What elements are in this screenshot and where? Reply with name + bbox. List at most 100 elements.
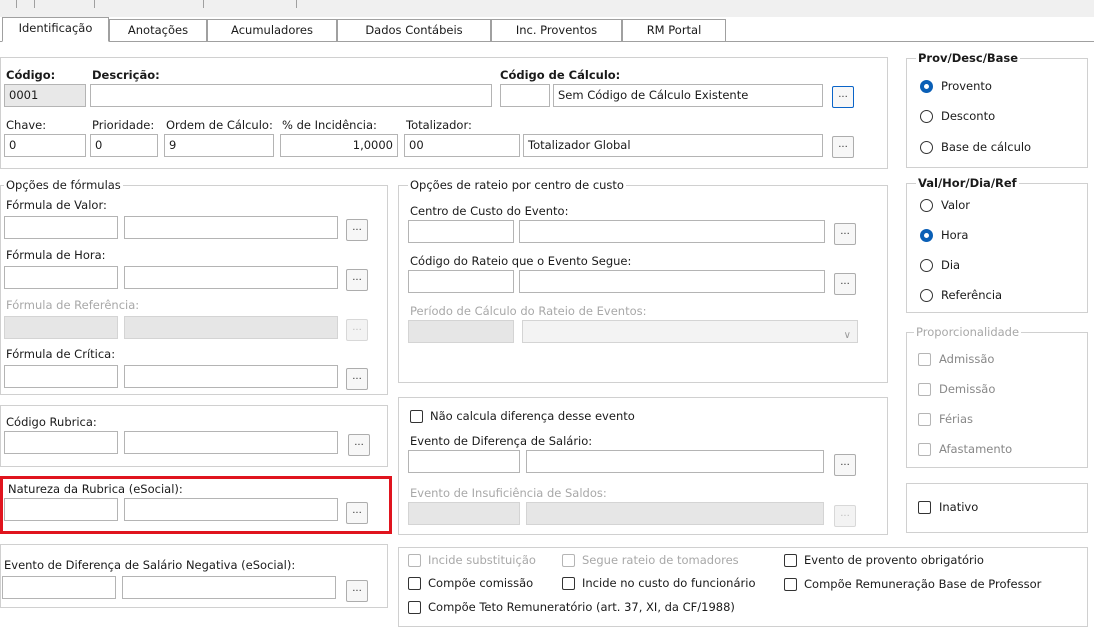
afastamento-label: Afastamento: [939, 442, 1013, 456]
formula-valor-desc-field[interactable]: [124, 216, 338, 239]
tab-identificacao[interactable]: Identificação: [2, 17, 109, 42]
formula-hora-desc-field[interactable]: [124, 266, 338, 289]
ordem-calculo-label: Ordem de Cálculo:: [166, 118, 273, 132]
centro-custo-label: Centro de Custo do Evento:: [410, 204, 569, 218]
compoe-teto-label: Compõe Teto Remuneratório (art. 37, XI, …: [428, 600, 735, 614]
referencia-label: Referência: [941, 288, 1003, 302]
compoe-comissao-checkbox[interactable]: [408, 577, 421, 590]
afastamento-checkbox: [918, 443, 931, 456]
tab-inc-proventos[interactable]: Inc. Proventos: [491, 19, 622, 41]
codigo-rubrica-lookup-button[interactable]: ...: [348, 434, 370, 456]
periodo-rateio-select: ∨: [522, 320, 858, 343]
admissao-label: Admissão: [939, 352, 995, 366]
codigo-rateio-code-field[interactable]: [408, 270, 514, 293]
evento-diferenca-lookup-button[interactable]: ...: [834, 454, 856, 476]
prov-desc-base-title: Prov/Desc/Base: [916, 51, 1021, 65]
descricao-label: Descrição:: [92, 68, 160, 82]
compoe-remuneracao-checkbox[interactable]: [784, 578, 797, 591]
tab-anotacoes[interactable]: Anotações: [109, 19, 207, 41]
tab-rm-portal[interactable]: RM Portal: [622, 19, 726, 41]
evento-obrigatorio-label: Evento de provento obrigatório: [804, 553, 984, 567]
incidencia-field[interactable]: 1,0000: [280, 134, 398, 157]
codigo-rateio-desc-field[interactable]: [519, 270, 825, 293]
centro-custo-lookup-button[interactable]: ...: [834, 223, 856, 245]
tab-acumuladores[interactable]: Acumuladores: [207, 19, 337, 41]
formula-hora-lookup-button[interactable]: ...: [346, 269, 368, 291]
proporcionalidade-title: Proporcionalidade: [914, 325, 1022, 339]
evento-diferenca-label: Evento de Diferença de Salário:: [410, 434, 593, 448]
insuficiencia-desc-field: [526, 502, 824, 525]
codigo-calculo-lookup-button[interactable]: ...: [832, 86, 854, 108]
prioridade-field[interactable]: 0: [90, 134, 158, 157]
totalizador-lookup-button[interactable]: ...: [832, 136, 854, 158]
ordem-calculo-field[interactable]: 9: [164, 134, 274, 157]
demissao-label: Demissão: [939, 382, 996, 396]
totalizador-desc-field[interactable]: Totalizador Global: [523, 134, 823, 157]
ferias-label: Férias: [939, 412, 974, 426]
formula-critica-code-field[interactable]: [4, 365, 118, 388]
ferias-checkbox: [918, 413, 931, 426]
provento-radio[interactable]: [920, 80, 933, 93]
desconto-radio[interactable]: [920, 110, 933, 123]
val-hor-title: Val/Hor/Dia/Ref: [916, 176, 1019, 190]
compoe-teto-checkbox[interactable]: [408, 601, 421, 614]
nao-calcula-diferenca-checkbox[interactable]: [410, 410, 423, 423]
totalizador-code-field[interactable]: 00: [404, 134, 520, 157]
codigo-calculo-desc-field[interactable]: Sem Código de Cálculo Existente: [553, 84, 823, 107]
natureza-rubrica-desc-field[interactable]: [124, 498, 338, 521]
dia-label: Dia: [941, 258, 961, 272]
formula-referencia-code-field: [4, 316, 118, 339]
natureza-rubrica-code-field[interactable]: [4, 498, 118, 521]
codigo-calculo-code-field[interactable]: [500, 84, 550, 107]
natureza-rubrica-lookup-button[interactable]: ...: [346, 502, 368, 524]
codigo-rubrica-code-field[interactable]: [4, 431, 118, 454]
codigo-field[interactable]: 0001: [4, 84, 86, 107]
referencia-radio[interactable]: [920, 289, 933, 302]
inativo-group: [906, 483, 1088, 533]
centro-custo-desc-field[interactable]: [519, 220, 825, 243]
formulas-group-title: Opções de fórmulas: [4, 178, 123, 192]
totalizador-label: Totalizador:: [406, 118, 472, 132]
formula-hora-label: Fórmula de Hora:: [6, 248, 106, 262]
formula-valor-code-field[interactable]: [4, 216, 118, 239]
evento-obrigatorio-checkbox[interactable]: [784, 554, 797, 567]
codigo-rateio-label: Código do Rateio que o Evento Segue:: [410, 254, 632, 268]
formula-hora-code-field[interactable]: [4, 266, 118, 289]
periodo-rateio-field: [408, 320, 514, 343]
chave-label: Chave:: [6, 118, 47, 132]
incidencia-label: % de Incidência:: [282, 118, 377, 132]
evento-diferenca-desc-field[interactable]: [526, 450, 824, 473]
formula-valor-label: Fórmula de Valor:: [6, 198, 107, 212]
descricao-field[interactable]: [90, 84, 492, 107]
hora-label: Hora: [941, 228, 969, 242]
diferenca-negativa-desc-field[interactable]: [122, 576, 336, 599]
codigo-rubrica-label: Código Rubrica:: [6, 415, 97, 429]
formula-critica-lookup-button[interactable]: ...: [346, 368, 368, 390]
diferenca-negativa-label: Evento de Diferença de Salário Negativa …: [4, 558, 296, 572]
formula-valor-lookup-button[interactable]: ...: [346, 219, 368, 241]
codigo-calculo-label: Código de Cálculo:: [500, 68, 621, 82]
inativo-checkbox[interactable]: [918, 501, 931, 514]
diferenca-negativa-code-field[interactable]: [2, 576, 116, 599]
codigo-rubrica-desc-field[interactable]: [124, 431, 338, 454]
prioridade-label: Prioridade:: [92, 118, 155, 132]
compoe-remuneracao-label: Compõe Remuneração Base de Professor: [804, 577, 1042, 591]
tab-bar-line: [0, 41, 1094, 42]
base-calculo-radio[interactable]: [920, 141, 933, 154]
formula-critica-label: Fórmula de Crítica:: [6, 347, 116, 361]
incide-custo-checkbox[interactable]: [562, 577, 575, 590]
base-calculo-label: Base de cálculo: [941, 140, 1032, 154]
strip-divider: [34, 0, 35, 8]
formula-critica-desc-field[interactable]: [124, 365, 338, 388]
codigo-rateio-lookup-button[interactable]: ...: [834, 273, 856, 295]
valor-radio[interactable]: [920, 199, 933, 212]
chave-field[interactable]: 0: [4, 134, 86, 157]
diferenca-negativa-lookup-button[interactable]: ...: [346, 580, 368, 602]
incide-substituicao-checkbox: [408, 554, 421, 567]
tab-dados-contabeis[interactable]: Dados Contábeis: [337, 19, 491, 41]
compoe-comissao-label: Compõe comissão: [428, 576, 534, 590]
hora-radio[interactable]: [920, 229, 933, 242]
centro-custo-code-field[interactable]: [408, 220, 514, 243]
evento-diferenca-code-field[interactable]: [408, 450, 520, 473]
dia-radio[interactable]: [920, 259, 933, 272]
